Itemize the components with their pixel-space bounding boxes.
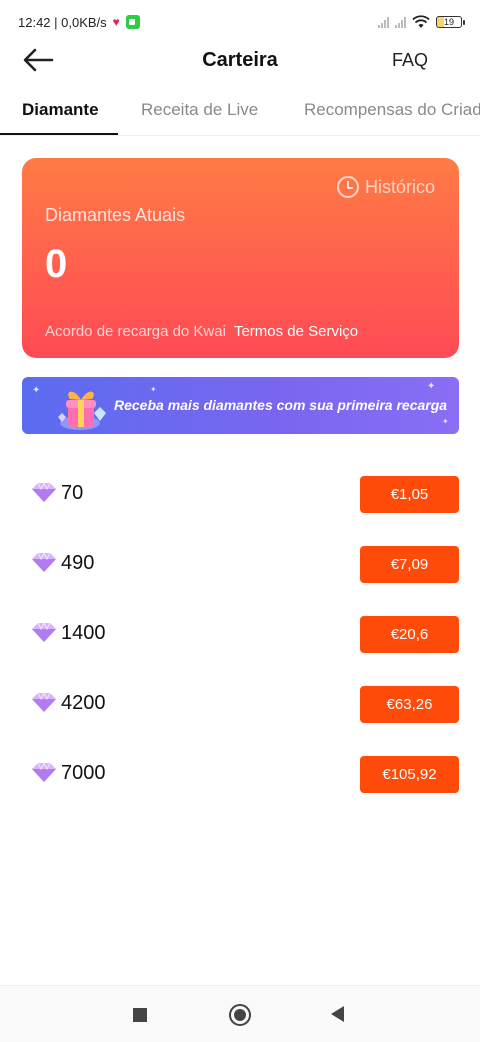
terms-of-service-link[interactable]: Termos de Serviço — [234, 323, 358, 340]
recent-apps-icon[interactable] — [133, 1008, 147, 1022]
status-right: 19 — [378, 15, 465, 29]
diamond-icon — [32, 761, 56, 782]
buy-price-button[interactable]: €105,92 — [360, 756, 459, 793]
home-icon[interactable] — [229, 1004, 251, 1026]
package-amount: 1400 — [61, 622, 106, 644]
diamond-icon — [32, 621, 56, 642]
package-amount: 7000 — [61, 762, 106, 784]
back-triangle-icon[interactable] — [331, 1006, 344, 1022]
tab-diamante[interactable]: Diamante — [22, 100, 99, 120]
diamond-icon — [32, 691, 56, 712]
faq-link[interactable]: FAQ — [392, 50, 428, 71]
sparkle-icon: ✦ — [427, 381, 436, 392]
signal-icon-2 — [395, 16, 406, 28]
banner-text: Receba mais diamantes com sua primeira r… — [114, 397, 448, 413]
clock-icon — [336, 176, 359, 198]
history-button[interactable]: Histórico — [336, 176, 435, 198]
buy-price-button[interactable]: €20,6 — [360, 616, 459, 653]
sparkle-icon: ✦ — [150, 385, 157, 394]
video-call-icon — [125, 15, 140, 29]
heart-icon: ♥ — [112, 15, 120, 29]
package-amount: 490 — [61, 552, 95, 574]
tab-recompensas-do-criador[interactable]: Recompensas do Criador — [304, 100, 480, 120]
status-time: 12:42 | 0,0KB/s — [18, 14, 107, 30]
system-nav-bar — [0, 985, 480, 1042]
package-row[interactable]: 70 €1,05 — [0, 473, 480, 513]
header: Carteira FAQ — [0, 40, 480, 80]
tab-receita-de-live[interactable]: Receita de Live — [141, 100, 258, 120]
package-amount: 70 — [61, 482, 84, 504]
buy-price-button[interactable]: €7,09 — [360, 546, 459, 583]
gift-box-icon — [58, 391, 106, 430]
recharge-agreement: Acordo de recarga do Kwai Termos de Serv… — [45, 323, 358, 340]
diamond-icon — [32, 551, 56, 572]
buy-price-button[interactable]: €1,05 — [360, 476, 459, 513]
signal-icon — [378, 16, 389, 28]
balance-value: 0 — [45, 242, 68, 286]
active-tab-indicator — [0, 133, 118, 135]
package-row[interactable]: 4200 €63,26 — [0, 683, 480, 723]
package-row[interactable]: 7000 €105,92 — [0, 753, 480, 793]
wifi-icon — [412, 15, 430, 28]
sparkle-icon: ✦ — [32, 385, 41, 396]
status-left: 12:42 | 0,0KB/s ♥ — [18, 15, 140, 30]
balance-label: Diamantes Atuais — [45, 205, 186, 225]
first-recharge-banner[interactable]: ✦ ✦ ✦ ✦ Receba mais diamantes com sua pr… — [22, 377, 459, 434]
diamond-icon — [32, 481, 56, 502]
history-label: Histórico — [364, 176, 435, 197]
wallet-card: Histórico Diamantes Atuais 0 Acordo de r… — [22, 158, 459, 358]
battery-icon: 19 — [436, 16, 465, 28]
package-amount: 4200 — [61, 692, 106, 714]
package-row[interactable]: 490 €7,09 — [0, 543, 480, 583]
sparkle-icon: ✦ — [442, 417, 449, 426]
tab-bar: Diamante Receita de Live Recompensas do … — [0, 90, 480, 136]
buy-price-button[interactable]: €63,26 — [360, 686, 459, 723]
package-row[interactable]: 1400 €20,6 — [0, 613, 480, 653]
agreement-text: Acordo de recarga do Kwai — [45, 323, 226, 340]
battery-level: 19 — [443, 17, 454, 27]
status-bar: 12:42 | 0,0KB/s ♥ 19 — [0, 0, 480, 44]
